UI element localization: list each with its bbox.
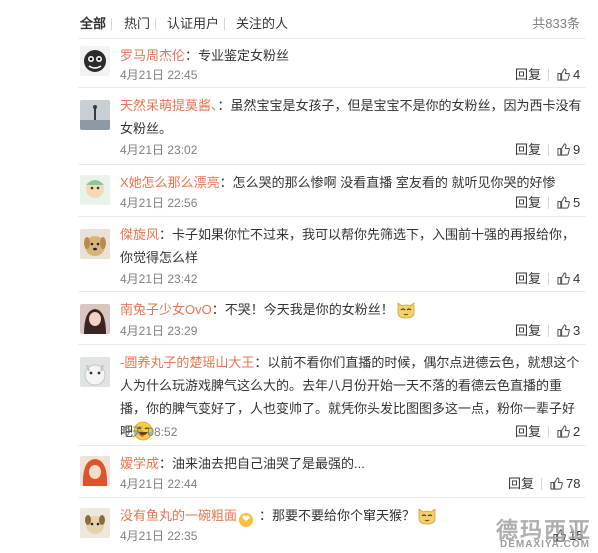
tab-divider bbox=[155, 18, 156, 30]
comment-time: 4月21日 22:45 bbox=[120, 68, 198, 82]
like-count: 78 bbox=[566, 476, 581, 491]
reply-button[interactable]: 回复 bbox=[515, 195, 541, 211]
action-divider bbox=[548, 273, 549, 285]
comment-text: 南兔子少女OvO：不哭！今天我是你的女粉丝！ bbox=[120, 298, 582, 321]
watermark-url: DEMAXIYA.COM bbox=[500, 539, 590, 550]
comment-filter-bar: 全部 热门 认证用户 关注的人 共833条 bbox=[0, 0, 598, 34]
like-button[interactable]: 2 bbox=[557, 424, 580, 440]
username-link[interactable]: 没有鱼丸的一碗粗面 bbox=[120, 508, 237, 523]
divider bbox=[78, 87, 586, 88]
like-count: 5 bbox=[573, 195, 581, 210]
action-divider bbox=[548, 144, 549, 156]
thumbs-up-icon bbox=[557, 68, 570, 81]
avatar[interactable] bbox=[80, 229, 110, 259]
tab-divider bbox=[111, 18, 112, 30]
comment-time: 4月21日 23:02 bbox=[120, 143, 198, 157]
username-link[interactable]: 南兔子少女OvO bbox=[120, 302, 212, 317]
comment-time: 4月21日 22:44 bbox=[120, 477, 198, 491]
comment-body: ：怎么哭的那么惨啊 没看直播 室友看的 就听见你哭的好惨 bbox=[219, 175, 556, 190]
like-button[interactable]: 9 bbox=[557, 142, 580, 158]
reply-button[interactable]: 回复 bbox=[515, 323, 541, 339]
username-link[interactable]: 傑旋风 bbox=[120, 227, 159, 242]
comment-body: ：油来油去把自己油哭了是最强的... bbox=[159, 456, 365, 471]
username-link[interactable]: X她怎么那么漂亮 bbox=[120, 175, 220, 190]
divider bbox=[78, 497, 586, 498]
tab-all[interactable]: 全部 bbox=[80, 15, 106, 33]
action-divider bbox=[548, 426, 549, 438]
like-count: 4 bbox=[573, 67, 581, 82]
comment-body: ：不哭！今天我是你的女粉丝！ bbox=[211, 302, 394, 317]
comment-text: 傑旋风：卡子如果你忙不过来，我可以帮你先筛选下，入围前十强的再报给你，你觉得怎么… bbox=[120, 223, 582, 269]
like-button[interactable]: 5 bbox=[557, 195, 580, 211]
tab-divider bbox=[224, 18, 225, 30]
comment-time: 4月21日 23:29 bbox=[120, 324, 198, 338]
comment-text: 天然呆萌提莫酱、：虽然宝宝是女孩子，但是宝宝不是你的女粉丝，因为西卡没有女粉丝。 bbox=[120, 94, 582, 140]
comment-body: ：卡子如果你忙不过来，我可以帮你先筛选下，入围前十强的再报给你，你觉得怎么样 bbox=[120, 227, 576, 265]
like-button[interactable]: 78 bbox=[550, 476, 580, 492]
avatar[interactable] bbox=[80, 46, 110, 76]
username-link[interactable]: 天然呆萌提莫酱、 bbox=[120, 98, 218, 113]
username-link[interactable]: 罗马周杰伦 bbox=[120, 48, 185, 63]
comment-time: 4月21日 22:56 bbox=[120, 196, 198, 210]
comment-time: 今天 08:52 bbox=[120, 425, 178, 439]
site-watermark: 德玛西亚 DEMAXIYA.COM bbox=[486, 511, 598, 553]
divider bbox=[78, 291, 586, 292]
thumbs-up-icon bbox=[550, 477, 563, 490]
comment-time: 4月21日 22:35 bbox=[120, 529, 198, 543]
reply-button[interactable]: 回复 bbox=[508, 476, 534, 492]
comment-body: ：那要不要给你个窜天猴？ bbox=[259, 508, 416, 523]
avatar[interactable] bbox=[80, 100, 110, 130]
avatar[interactable] bbox=[80, 304, 110, 334]
comment-text: 罗马周杰伦：专业鉴定女粉丝 bbox=[120, 44, 582, 67]
comment-text: -圆养丸子的楚瑶山大王：以前不看你们直播的时候，偶尔点进德云色，就想这个人为什么… bbox=[120, 351, 582, 443]
like-button[interactable]: 4 bbox=[557, 271, 580, 287]
like-button[interactable]: 3 bbox=[557, 323, 580, 339]
action-divider bbox=[548, 325, 549, 337]
thumbs-up-icon bbox=[557, 272, 570, 285]
avatar[interactable] bbox=[80, 357, 110, 387]
avatar[interactable] bbox=[80, 456, 110, 486]
cat-emoji-icon bbox=[418, 508, 436, 525]
comment-text: X她怎么那么漂亮：怎么哭的那么惨啊 没看直播 室友看的 就听见你哭的好惨 bbox=[120, 171, 582, 194]
like-count: 2 bbox=[573, 424, 581, 439]
like-count: 9 bbox=[573, 142, 581, 157]
divider bbox=[78, 38, 586, 39]
cat-emoji-icon bbox=[397, 302, 415, 319]
thumbs-up-icon bbox=[557, 143, 570, 156]
comment-total-count: 共833条 bbox=[532, 16, 580, 31]
divider bbox=[78, 344, 586, 345]
reply-button[interactable]: 回复 bbox=[515, 424, 541, 440]
like-count: 3 bbox=[573, 323, 581, 338]
divider bbox=[78, 216, 586, 217]
thumbs-up-icon bbox=[557, 324, 570, 337]
reply-button[interactable]: 回复 bbox=[515, 271, 541, 287]
like-count: 4 bbox=[573, 271, 581, 286]
heart-eyes-emoji-icon: ❤ bbox=[239, 513, 254, 527]
thumbs-up-icon bbox=[557, 425, 570, 438]
action-divider bbox=[548, 197, 549, 209]
action-divider bbox=[541, 478, 542, 490]
tab-hot[interactable]: 热门 bbox=[124, 15, 150, 33]
avatar[interactable] bbox=[80, 508, 110, 538]
comment-text: 嫒学成：油来油去把自己油哭了是最强的... bbox=[120, 452, 582, 475]
comment-time: 4月21日 23:42 bbox=[120, 272, 198, 286]
username-link[interactable]: 嫒学成 bbox=[120, 456, 159, 471]
action-divider bbox=[548, 69, 549, 81]
thumbs-up-icon bbox=[557, 196, 570, 209]
divider bbox=[78, 164, 586, 165]
reply-button[interactable]: 回复 bbox=[515, 142, 541, 158]
username-link[interactable]: -圆养丸子的楚瑶山大王 bbox=[120, 355, 254, 370]
like-button[interactable]: 4 bbox=[557, 67, 580, 83]
tab-verified-users[interactable]: 认证用户 bbox=[167, 15, 219, 33]
reply-button[interactable]: 回复 bbox=[515, 67, 541, 83]
divider bbox=[78, 445, 586, 446]
tab-following[interactable]: 关注的人 bbox=[236, 15, 288, 33]
comment-body: ：专业鉴定女粉丝 bbox=[185, 48, 290, 63]
avatar[interactable] bbox=[80, 175, 110, 205]
